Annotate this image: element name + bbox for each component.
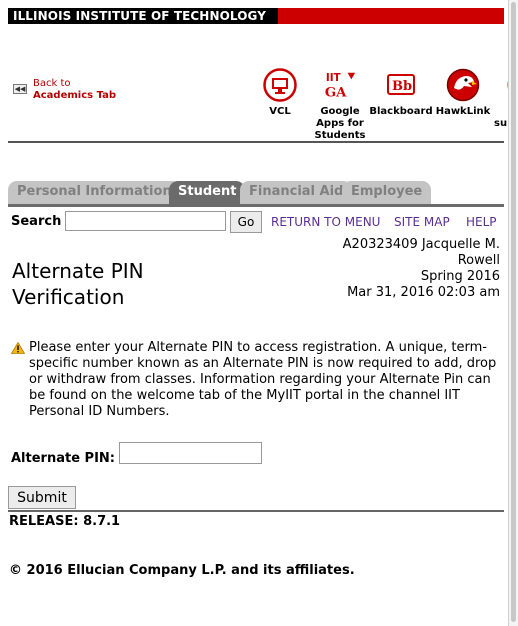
info-message: Please enter your Alternate PIN to acces… (10, 340, 501, 420)
site-map-link[interactable]: SITE MAP (394, 215, 450, 229)
svg-text:IIT: IIT (326, 72, 342, 84)
search-row: Search Go RETURN TO MENU SITE MAP HELP (8, 211, 504, 233)
back-link-line2: Academics Tab (33, 90, 117, 101)
footer-divider (8, 510, 504, 512)
search-label: Search (11, 214, 62, 229)
alternate-pin-label: Alternate PIN: (11, 451, 115, 466)
monitor-icon (263, 68, 297, 102)
header-divider (8, 141, 504, 143)
user-id-name: A20323409 Jacquelle M. Rowell (342, 237, 500, 268)
google-apps-label: Google Apps for Students (314, 106, 366, 141)
user-term: Spring 2016 (420, 269, 500, 284)
scrollbar-thumb[interactable] (511, 2, 516, 622)
vertical-scrollbar[interactable] (508, 0, 518, 626)
go-button[interactable]: Go (230, 211, 262, 233)
institution-title: ILLINOIS INSTITUTE OF TECHNOLOGY (13, 9, 266, 23)
user-info: A20323409 Jacquelle M. Rowell Spring 201… (300, 237, 500, 301)
header-banner: ILLINOIS INSTITUTE OF TECHNOLOGY (8, 8, 504, 24)
rewind-icon: ◀◀ (13, 84, 27, 94)
back-link-line1: Back to (33, 78, 71, 89)
svg-text:Bb: Bb (392, 79, 412, 94)
hawklink-label: HawkLink (435, 106, 491, 117)
info-message-text: Please enter your Alternate PIN to acces… (29, 340, 497, 419)
copyright-text: © 2016 Ellucian Company L.P. and its aff… (9, 563, 355, 578)
return-to-menu-link[interactable]: RETURN TO MENU (271, 215, 380, 229)
vcl-link[interactable]: VCL (260, 68, 300, 118)
google-apps-link[interactable]: IIT GA Google Apps for Students (311, 68, 369, 142)
page-title: Alternate PIN Verification (12, 259, 144, 309)
quick-links-row: ◀◀ Back to Academics Tab VCL IIT GA Goog… (8, 24, 518, 143)
alternate-pin-input[interactable] (119, 442, 262, 464)
user-datetime: Mar 31, 2016 02:03 am (347, 285, 500, 300)
help-link[interactable]: HELP (466, 215, 497, 229)
tab-employee[interactable]: Employee (342, 181, 432, 205)
vcl-label: VCL (269, 106, 291, 117)
main-tabs: Personal Information Student Financial A… (8, 181, 504, 205)
back-to-academics-link[interactable]: ◀◀ Back to Academics Tab (13, 78, 116, 102)
tab-financial-aid[interactable]: Financial Aid (240, 181, 353, 205)
blackboard-icon: Bb (384, 68, 418, 102)
tabs-underline (8, 204, 504, 207)
submit-button[interactable]: Submit (8, 486, 76, 509)
hawklink-link[interactable]: HawkLink (433, 68, 493, 118)
page-container: ILLINOIS INSTITUTE OF TECHNOLOGY ◀◀ Back… (8, 8, 518, 578)
search-input[interactable] (65, 211, 226, 231)
release-text: RELEASE: 8.7.1 (9, 514, 121, 529)
iit-gapps-icon: IIT GA (323, 68, 357, 102)
svg-text:GA: GA (325, 85, 347, 100)
warning-icon (10, 341, 26, 354)
tab-student[interactable]: Student (169, 181, 246, 205)
hawk-icon (446, 68, 480, 102)
blackboard-label: Blackboard (369, 106, 433, 117)
tab-personal-information[interactable]: Personal Information (8, 181, 181, 205)
blackboard-link[interactable]: Bb Blackboard (368, 68, 434, 118)
